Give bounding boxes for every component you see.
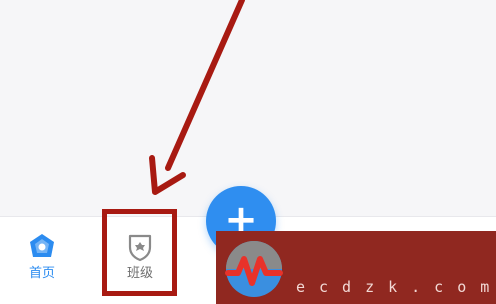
heartbeat-logo-icon	[225, 241, 283, 297]
app-screen: 首页 班级 + ecdzk.com	[0, 0, 496, 304]
tab-home-label: 首页	[28, 266, 55, 281]
annotation-highlight-box	[102, 209, 177, 296]
home-icon	[30, 234, 54, 257]
tab-home[interactable]: 首页	[12, 232, 72, 288]
watermark-text: ecdzk.com	[296, 278, 496, 296]
watermark-banner: ecdzk.com	[216, 231, 496, 304]
